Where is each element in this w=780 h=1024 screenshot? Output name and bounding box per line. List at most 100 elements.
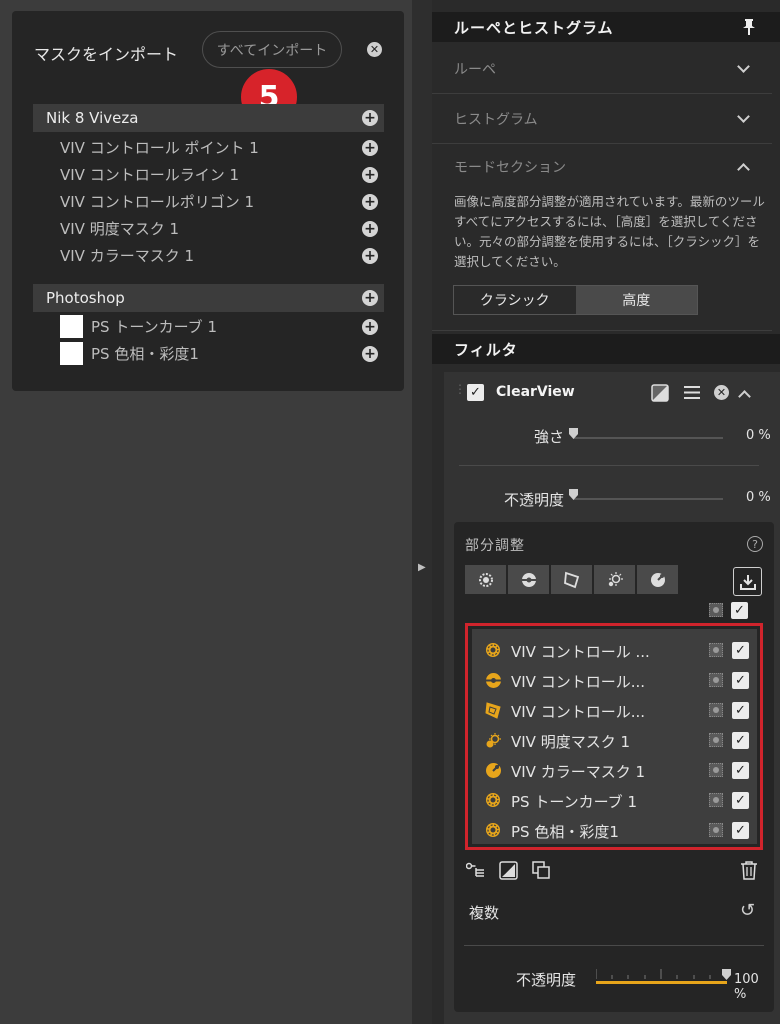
mask-label: VIV 明度マスク 1 (511, 733, 631, 751)
right-panel: ルーペとヒストグラム ルーペ ヒストグラム モードセクション 画像に高度部分調整… (432, 0, 780, 1024)
import-item[interactable]: VIV 明度マスク 1 + (60, 215, 384, 242)
chevron-down-icon (737, 59, 750, 73)
collapse-chevron-icon[interactable] (738, 390, 751, 403)
before-after-icon[interactable] (651, 384, 669, 402)
add-item-icon[interactable]: + (362, 139, 378, 156)
group-header-viveza: Nik 8 Viveza + (33, 104, 384, 132)
luminance-mask-icon (608, 571, 623, 586)
color-mask-icon (650, 572, 665, 587)
show-all-masks-icon[interactable] (709, 603, 723, 617)
import-item[interactable]: VIV カラーマスク 1 + (60, 242, 384, 269)
drag-handle-icon[interactable]: ⋮ (454, 382, 466, 396)
import-item[interactable]: PS トーンカーブ 1 + (60, 313, 384, 340)
reset-icon[interactable]: ↺ (740, 900, 755, 921)
mask-visibility-icon[interactable] (709, 703, 723, 717)
mode-classic-button[interactable]: クラシック (454, 286, 576, 314)
add-item-icon[interactable]: + (362, 193, 378, 210)
accordion-mode-section[interactable]: モードセクション (432, 142, 772, 192)
duplicate-label: 複数 (469, 904, 500, 922)
control-line-icon (486, 673, 501, 688)
import-download-icon (739, 574, 756, 590)
accordion-label: ルーペ (454, 61, 496, 78)
mask-row[interactable]: VIV カラーマスク 1 ✓ (472, 755, 757, 785)
mask-label: PS 色相・彩度1 (511, 823, 619, 841)
duplicate-icon[interactable] (532, 861, 551, 880)
strength-slider-track[interactable] (573, 437, 723, 439)
mask-visibility-icon[interactable] (709, 643, 723, 657)
color-mask-tool-button[interactable] (637, 565, 678, 594)
accordion-loupe[interactable]: ルーペ (432, 44, 772, 94)
mask-enable-checkbox[interactable]: ✓ (732, 822, 749, 839)
import-item-label: PS トーンカーブ 1 (91, 318, 217, 336)
mask-enable-checkbox[interactable]: ✓ (732, 762, 749, 779)
import-item[interactable]: VIV コントロールポリゴン 1 + (60, 188, 384, 215)
local-opacity-label: 不透明度 (515, 971, 576, 989)
import-mask-button[interactable] (733, 567, 762, 596)
accordion-label: ヒストグラム (454, 111, 538, 128)
import-panel-title: マスクをインポート (34, 45, 179, 64)
add-group-icon[interactable]: + (362, 290, 378, 306)
polygon-tool-button[interactable] (551, 565, 592, 594)
remove-filter-icon[interactable]: ✕ (714, 385, 729, 400)
import-item[interactable]: PS 色相・彩度1 + (60, 340, 384, 367)
add-item-icon[interactable]: + (362, 220, 378, 237)
control-line-tool-button[interactable] (508, 565, 549, 594)
accordion-histogram[interactable]: ヒストグラム (432, 94, 772, 144)
group-name: Nik 8 Viveza (46, 109, 139, 127)
luminance-mask-tool-button[interactable] (594, 565, 635, 594)
invert-mask-icon[interactable] (499, 861, 518, 880)
loupe-histogram-header[interactable]: ルーペとヒストグラム (432, 12, 780, 42)
section-title: ルーペとヒストグラム (454, 18, 614, 37)
close-panel-icon[interactable]: ✕ (367, 42, 382, 57)
mask-row[interactable]: VIV コントロール... ✓ (472, 665, 757, 695)
add-item-icon[interactable]: + (362, 166, 378, 183)
add-item-icon[interactable]: + (362, 247, 378, 264)
panel-divider[interactable]: ▶ (412, 0, 432, 1024)
opacity-slider-track[interactable] (573, 498, 723, 500)
enable-all-checkbox[interactable]: ✓ (731, 602, 748, 619)
mode-segmented-control: クラシック 高度 (453, 285, 698, 315)
control-point-icon (486, 823, 500, 837)
control-point-icon (486, 793, 500, 807)
filters-header[interactable]: フィルタ (432, 334, 780, 364)
add-item-icon[interactable]: + (362, 318, 378, 335)
pin-icon[interactable] (742, 19, 756, 35)
mask-row[interactable]: VIV コントロール... ✓ (472, 695, 757, 725)
control-point-tool-button[interactable] (465, 565, 506, 594)
filter-enable-checkbox[interactable]: ✓ (467, 384, 484, 401)
mask-visibility-icon[interactable] (709, 673, 723, 687)
mask-row[interactable]: VIV コントロール ... ✓ (472, 635, 757, 665)
mask-label: VIV コントロール... (511, 673, 646, 691)
mask-enable-checkbox[interactable]: ✓ (732, 732, 749, 749)
mask-visibility-icon[interactable] (709, 733, 723, 747)
add-item-icon[interactable]: + (362, 345, 378, 362)
import-item-label: VIV コントロールポリゴン 1 (60, 193, 255, 211)
layer-thumbnail (60, 315, 83, 338)
mask-enable-checkbox[interactable]: ✓ (732, 792, 749, 809)
accordion-label: モードセクション (454, 160, 566, 176)
mask-visibility-icon[interactable] (709, 823, 723, 837)
expand-arrow-icon[interactable]: ▶ (418, 562, 426, 573)
help-icon[interactable]: ? (747, 536, 763, 552)
mask-visibility-icon[interactable] (709, 793, 723, 807)
mask-enable-checkbox[interactable]: ✓ (732, 672, 749, 689)
mask-enable-checkbox[interactable]: ✓ (732, 642, 749, 659)
mask-options-icon[interactable] (466, 862, 486, 878)
mode-advanced-button[interactable]: 高度 (575, 286, 697, 314)
mask-visibility-icon[interactable] (709, 763, 723, 777)
mask-label: PS トーンカーブ 1 (511, 793, 637, 811)
mask-row[interactable]: PS トーンカーブ 1 ✓ (472, 785, 757, 815)
local-opacity-slider-track[interactable] (596, 981, 727, 984)
mask-row[interactable]: VIV 明度マスク 1 ✓ (472, 725, 757, 755)
menu-icon[interactable] (684, 385, 700, 400)
mask-row[interactable]: PS 色相・彩度1 ✓ (472, 815, 757, 845)
add-group-icon[interactable]: + (362, 110, 378, 126)
group-header-photoshop: Photoshop + (33, 284, 384, 312)
import-all-button[interactable]: すべてインポート (202, 31, 342, 68)
mask-enable-checkbox[interactable]: ✓ (732, 702, 749, 719)
import-item[interactable]: VIV コントロールライン 1 + (60, 161, 384, 188)
import-item[interactable]: VIV コントロール ポイント 1 + (60, 134, 384, 161)
import-item-label: VIV コントロールライン 1 (60, 166, 240, 184)
trash-icon[interactable] (740, 860, 758, 880)
mask-label: VIV コントロール ... (511, 643, 650, 661)
